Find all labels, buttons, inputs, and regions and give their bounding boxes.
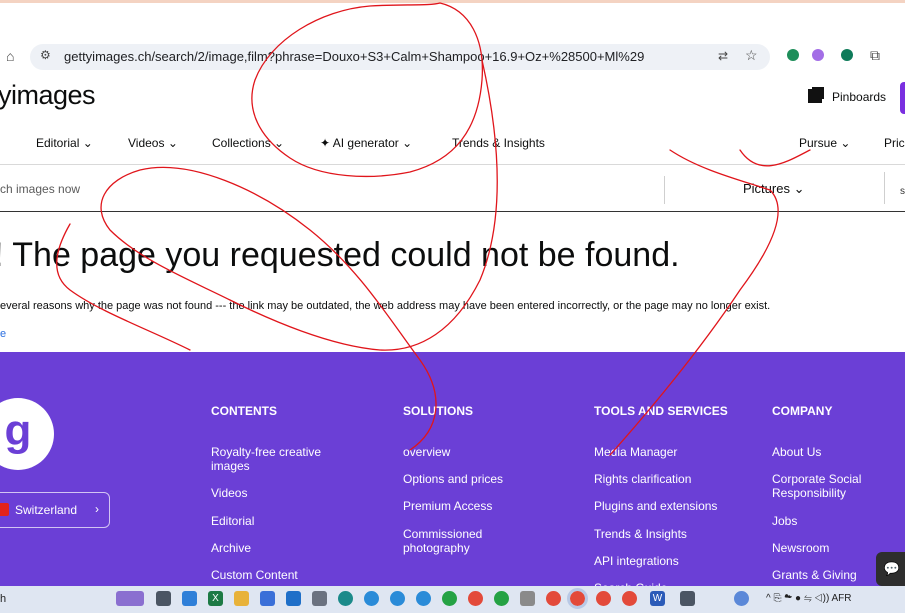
footer-link[interactable]: Trends & Insights xyxy=(594,527,687,541)
footer-heading-solutions: SOLUTIONS xyxy=(403,404,474,418)
error-description: everal reasons why the page was not foun… xyxy=(0,300,771,312)
nav-editorial[interactable]: Editorial ⌄ xyxy=(36,136,93,150)
footer-link[interactable]: Royalty-free creative images xyxy=(211,445,341,473)
home-icon[interactable]: ⌂ xyxy=(6,48,14,64)
nav-pursue[interactable]: Pursue ⌄ xyxy=(799,136,850,150)
search-divider xyxy=(664,176,665,204)
footer-link[interactable]: About Us xyxy=(772,445,821,459)
file-explorer-icon[interactable] xyxy=(234,591,249,606)
app-icon[interactable] xyxy=(182,591,197,606)
chevron-down-icon: ⌄ xyxy=(793,181,805,196)
chevron-down-icon: ⌄ xyxy=(167,136,178,150)
weather-icon[interactable] xyxy=(734,591,749,606)
media-type-select[interactable]: Pictures ⌄ xyxy=(743,181,805,197)
sparkle-icon: ✦ xyxy=(320,136,331,150)
app-icon[interactable] xyxy=(680,591,695,606)
camera-icon[interactable] xyxy=(312,591,327,606)
footer-heading-contents: CONTENTS xyxy=(211,404,277,418)
taskbar-search[interactable]: h xyxy=(0,593,6,605)
nav-pricing[interactable]: Pric xyxy=(884,136,905,150)
whatsapp-icon[interactable] xyxy=(442,591,457,606)
swiss-flag-icon xyxy=(0,503,9,516)
url-path: /search/2/image,film?phrase=Douxo+S3+Cal… xyxy=(151,49,645,64)
footer-link[interactable]: Archive xyxy=(211,541,251,555)
footer-link[interactable]: Jobs xyxy=(772,514,797,528)
bookmark-star-icon[interactable]: ☆ xyxy=(745,47,758,64)
nav-videos-label: Videos xyxy=(128,136,165,150)
nav-collections-label: Collections xyxy=(212,136,271,150)
footer-heading-company: COMPANY xyxy=(772,404,833,418)
chrome-active-icon[interactable] xyxy=(567,588,588,609)
chrome-icon[interactable] xyxy=(546,591,561,606)
footer-link[interactable]: Plugins and extensions xyxy=(594,499,717,513)
media-type-label: Pictures xyxy=(743,181,790,196)
nav-ai-generator[interactable]: ✦ AI generator ⌄ xyxy=(320,136,412,150)
extensions-puzzle-icon[interactable]: ⧉ xyxy=(870,47,880,64)
extension-icon[interactable] xyxy=(841,49,853,61)
footer-link[interactable]: Premium Access xyxy=(403,499,492,513)
nav-trends[interactable]: Trends & Insights xyxy=(452,136,545,150)
footer-link[interactable]: overview xyxy=(403,445,450,459)
search-input[interactable]: ch images now xyxy=(0,182,80,196)
footer-link[interactable]: Media Manager xyxy=(594,445,677,459)
translate-icon[interactable]: ⇄ xyxy=(718,49,728,63)
telegram-icon[interactable] xyxy=(390,591,405,606)
footer-link[interactable]: Options and prices xyxy=(403,472,503,486)
task-view-icon[interactable] xyxy=(156,591,171,606)
telegram-icon[interactable] xyxy=(416,591,431,606)
footer-link[interactable]: Videos xyxy=(211,486,247,500)
pinboards-link[interactable]: Pinboards xyxy=(832,90,886,104)
taskbar-widget-icon[interactable] xyxy=(116,591,144,606)
chevron-down-icon: ⌄ xyxy=(82,136,93,150)
search-divider xyxy=(884,172,885,204)
word-icon[interactable]: W xyxy=(650,591,665,606)
country-label: Switzerland xyxy=(15,503,78,517)
app-icon[interactable] xyxy=(260,591,275,606)
error-home-link[interactable]: e xyxy=(0,328,6,340)
chevron-down-icon: ⌄ xyxy=(274,136,285,150)
signin-button-edge[interactable] xyxy=(900,82,905,114)
chrome-icon[interactable] xyxy=(596,591,611,606)
nav-collections[interactable]: Collections ⌄ xyxy=(212,136,284,150)
nav-ai-generator-label: AI generator xyxy=(332,136,399,150)
footer-link[interactable]: Commissioned photography xyxy=(403,527,503,555)
chevron-right-icon: › xyxy=(95,502,99,516)
chrome-icon[interactable] xyxy=(468,591,483,606)
footer-link[interactable]: Grants & Giving xyxy=(772,568,857,582)
chrome-icon[interactable] xyxy=(622,591,637,606)
error-title: ! The page you requested could not be fo… xyxy=(0,236,680,274)
chevron-down-icon: ⌄ xyxy=(402,136,413,150)
extension-icon[interactable] xyxy=(787,49,799,61)
site-info-icon[interactable]: ⚙ xyxy=(40,48,51,62)
language-indicator[interactable]: AFR xyxy=(832,593,852,604)
edge-icon[interactable] xyxy=(338,591,353,606)
telegram-icon[interactable] xyxy=(364,591,379,606)
url-host: gettyimages.ch xyxy=(64,49,152,64)
extension-icon[interactable] xyxy=(812,49,824,61)
chevron-down-icon: ⌄ xyxy=(840,136,851,150)
system-tray[interactable]: ^ ⎘ ☁ ● ⇋ ◁)) AFR xyxy=(766,593,852,604)
chat-icon[interactable]: 💬 xyxy=(876,552,905,586)
footer-link[interactable]: Newsroom xyxy=(772,541,829,555)
footer-heading-tools: TOOLS AND SERVICES xyxy=(594,404,728,418)
nav-editorial-label: Editorial xyxy=(36,136,80,150)
search-option-edge[interactable]: s xyxy=(900,186,905,197)
footer-link[interactable]: Custom Content xyxy=(211,568,298,582)
nav-pursue-label: Pursue xyxy=(799,136,838,150)
footer-link[interactable]: API integrations xyxy=(594,554,679,568)
nav-videos[interactable]: Videos ⌄ xyxy=(128,136,178,150)
outlook-icon[interactable] xyxy=(286,591,301,606)
url-text[interactable]: gettyimages.ch/search/2/image,film?phras… xyxy=(64,49,644,64)
pinboards-icon xyxy=(808,89,822,103)
footer-link[interactable]: Rights clarification xyxy=(594,472,691,486)
whatsapp-icon[interactable] xyxy=(494,591,509,606)
gettyimages-logo[interactable]: yimages xyxy=(0,80,96,111)
footer-link[interactable]: Corporate Social Responsibility xyxy=(772,472,882,500)
app-icon[interactable] xyxy=(520,591,535,606)
browser-tabstrip xyxy=(0,0,905,34)
excel-icon[interactable]: X xyxy=(208,591,223,606)
footer-link[interactable]: Editorial xyxy=(211,514,254,528)
